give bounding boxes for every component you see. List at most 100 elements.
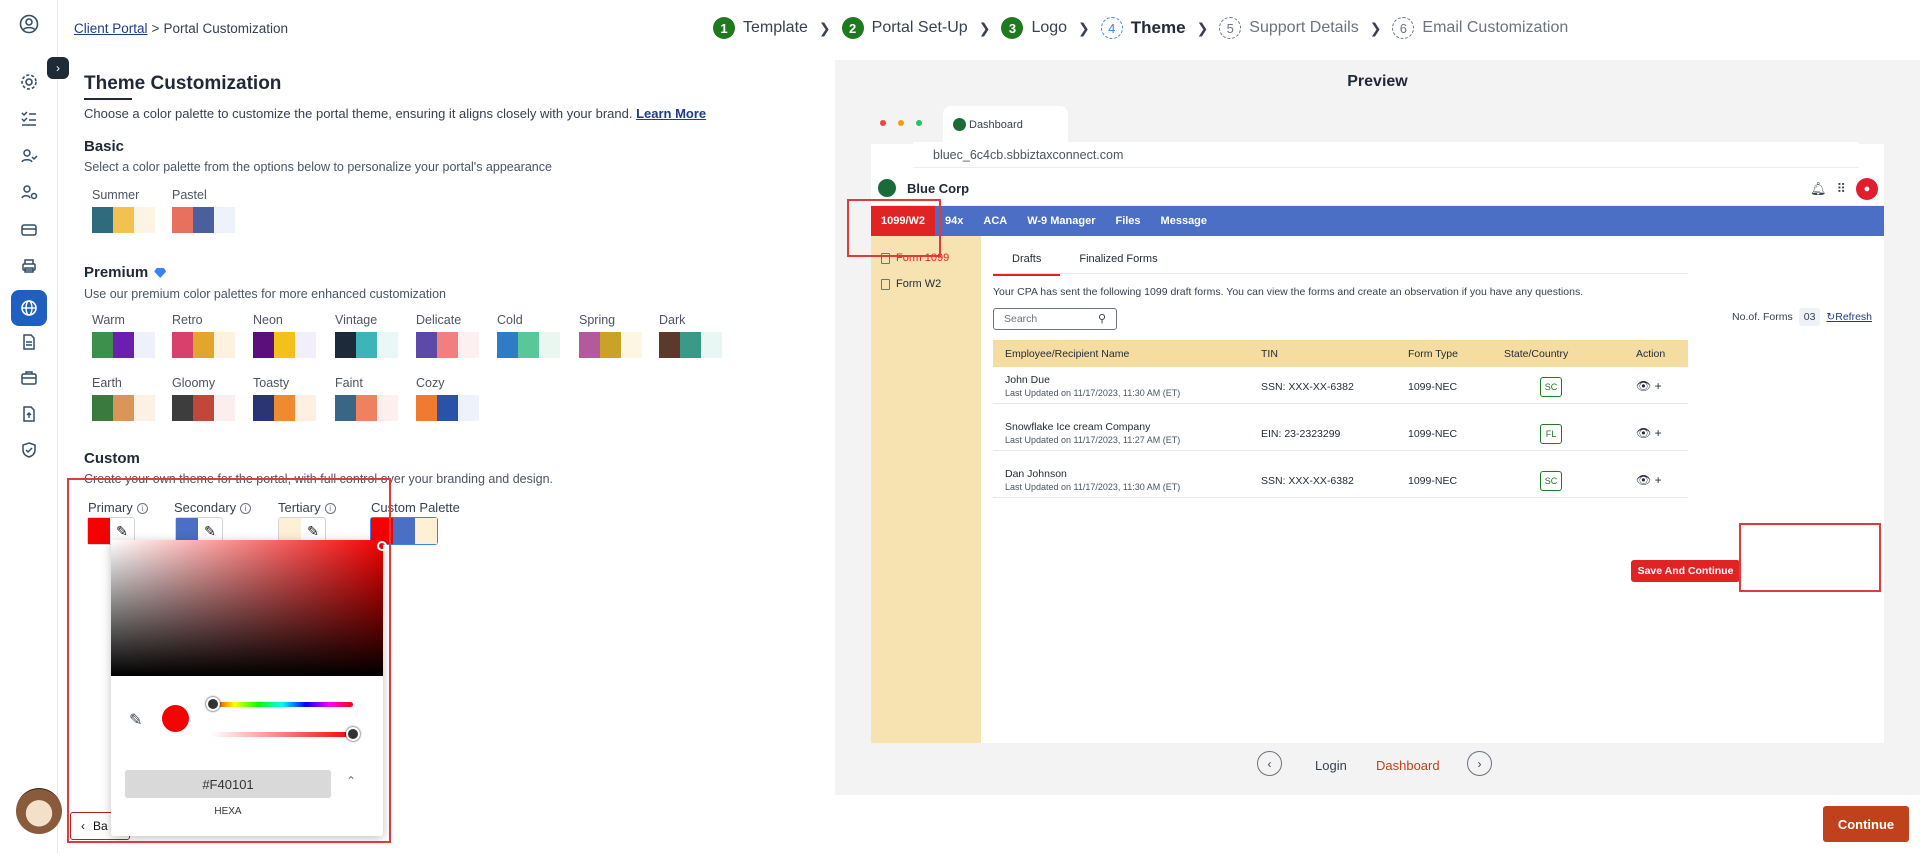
palette-swatch	[518, 332, 539, 358]
palette-toasty[interactable]: Toasty	[253, 376, 316, 421]
settings-icon[interactable]	[15, 68, 43, 96]
step-logo[interactable]: 3 Logo	[1001, 17, 1067, 39]
palette-swatches[interactable]	[335, 332, 398, 358]
globe-icon[interactable]	[11, 290, 47, 326]
breadcrumb-link-client-portal[interactable]: Client Portal	[74, 21, 148, 36]
format-toggle-icon[interactable]: ⌃	[346, 774, 356, 788]
alpha-slider[interactable]	[211, 732, 353, 737]
step-portal-setup[interactable]: 2 Portal Set-Up	[841, 17, 968, 39]
palette-cozy[interactable]: Cozy	[416, 376, 479, 421]
palette-swatches[interactable]	[416, 332, 479, 358]
palette-gloomy[interactable]: Gloomy	[172, 376, 235, 421]
palette-retro[interactable]: Retro	[172, 313, 235, 358]
bell-icon: 🔔︎	[1809, 181, 1827, 196]
palette-swatches[interactable]	[335, 395, 398, 421]
step-support-details[interactable]: 5 Support Details	[1219, 17, 1359, 39]
palette-cold[interactable]: Cold	[497, 313, 560, 358]
palette-swatch	[113, 332, 134, 358]
palette-swatches[interactable]	[416, 395, 479, 421]
palette-swatch	[458, 395, 479, 421]
tertiary-label: Tertiary i	[278, 500, 336, 515]
account-icon[interactable]	[15, 10, 43, 38]
palette-swatch	[377, 332, 398, 358]
info-icon[interactable]: i	[324, 503, 336, 515]
step-theme[interactable]: 4 Theme	[1100, 17, 1186, 39]
upload-file-icon[interactable]	[15, 400, 43, 428]
preview-title: Preview	[1347, 73, 1408, 90]
palette-delicate[interactable]: Delicate	[416, 313, 479, 358]
basic-heading: Basic	[84, 138, 125, 155]
palette-swatch	[214, 207, 235, 233]
palette-dark[interactable]: Dark	[659, 313, 722, 358]
palette-earth[interactable]: Earth	[92, 376, 155, 421]
palette-swatches[interactable]	[172, 207, 235, 233]
description-text: Choose a color palette to customize the …	[84, 106, 633, 121]
billing-icon[interactable]	[15, 216, 43, 244]
palette-swatch	[113, 395, 134, 421]
palette-swatch	[416, 395, 437, 421]
palette-swatch	[253, 395, 274, 421]
palette-pastel[interactable]: Pastel	[172, 188, 235, 233]
document-icon[interactable]	[15, 328, 43, 356]
continue-button[interactable]: Continue	[1823, 806, 1909, 842]
palette-swatches[interactable]	[497, 332, 560, 358]
palette-swatches[interactable]	[579, 332, 642, 358]
color-picker-popover: ✎ #F40101 ⌃ HEXA	[111, 540, 387, 836]
chevron-right-icon: ›	[1477, 756, 1482, 771]
hue-slider-handle[interactable]	[206, 697, 220, 711]
info-icon[interactable]: i	[240, 503, 252, 515]
palette-swatches[interactable]	[253, 395, 316, 421]
chevron-right-icon: ❯	[1196, 19, 1209, 36]
checklist-icon[interactable]	[15, 104, 43, 132]
expand-sidebar-icon[interactable]: ›	[47, 57, 69, 79]
learn-more-link[interactable]: Learn More	[636, 106, 706, 121]
palette-swatch	[621, 332, 642, 358]
tab-finalized-forms: Finalized Forms	[1079, 253, 1158, 265]
palette-swatches[interactable]	[172, 332, 235, 358]
step-number: 3	[1001, 17, 1024, 39]
palette-swatches[interactable]	[92, 207, 155, 233]
pencil-icon[interactable]: ✎	[110, 523, 134, 540]
users-icon[interactable]	[15, 142, 43, 170]
user-settings-icon[interactable]	[15, 178, 43, 206]
previous-page-button[interactable]: ‹	[1257, 751, 1282, 776]
palette-swatches[interactable]	[172, 395, 235, 421]
pencil-icon[interactable]: ✎	[301, 523, 325, 540]
search-icon: ⚲	[1097, 313, 1106, 325]
palette-vintage[interactable]: Vintage	[335, 313, 398, 358]
print-icon[interactable]	[15, 252, 43, 280]
pager-dashboard-link[interactable]: Dashboard	[1376, 758, 1440, 773]
briefcase-icon[interactable]	[15, 364, 43, 392]
palette-warm[interactable]: Warm	[92, 313, 155, 358]
palette-name: Earth	[92, 376, 122, 390]
saturation-handle[interactable]	[377, 541, 387, 551]
palette-swatches[interactable]	[659, 332, 722, 358]
pencil-icon[interactable]: ✎	[198, 523, 222, 540]
palette-faint[interactable]: Faint	[335, 376, 398, 421]
next-page-button[interactable]: ›	[1467, 751, 1492, 776]
step-template[interactable]: 1 Template	[713, 17, 808, 39]
palette-summer[interactable]: Summer	[92, 188, 155, 233]
palette-swatch	[113, 207, 134, 233]
info-icon[interactable]: i	[136, 503, 148, 515]
form-type: 1099-NEC	[1408, 428, 1458, 440]
palette-swatches[interactable]	[253, 332, 316, 358]
browser-tab: Dashboard	[943, 106, 1068, 144]
palette-swatches[interactable]	[92, 332, 155, 358]
shield-icon[interactable]	[15, 436, 43, 464]
document-icon	[881, 278, 890, 290]
pager-login-link[interactable]: Login	[1315, 758, 1347, 773]
palette-neon[interactable]: Neon	[253, 313, 316, 358]
saturation-area[interactable]	[111, 540, 387, 676]
hex-input[interactable]: #F40101	[125, 770, 331, 798]
primary-swatch[interactable]	[88, 518, 110, 544]
alpha-slider-handle[interactable]	[346, 727, 360, 741]
palette-spring[interactable]: Spring	[579, 313, 642, 358]
palette-swatches[interactable]	[92, 395, 155, 421]
mascot-avatar[interactable]	[16, 788, 62, 834]
nav-aca: ACA	[983, 215, 1008, 227]
hue-slider[interactable]	[211, 702, 353, 707]
step-email-customization[interactable]: 6 Email Customization	[1392, 17, 1568, 39]
eyedropper-icon[interactable]: ✎	[129, 710, 142, 730]
current-color-swatch	[162, 705, 189, 732]
